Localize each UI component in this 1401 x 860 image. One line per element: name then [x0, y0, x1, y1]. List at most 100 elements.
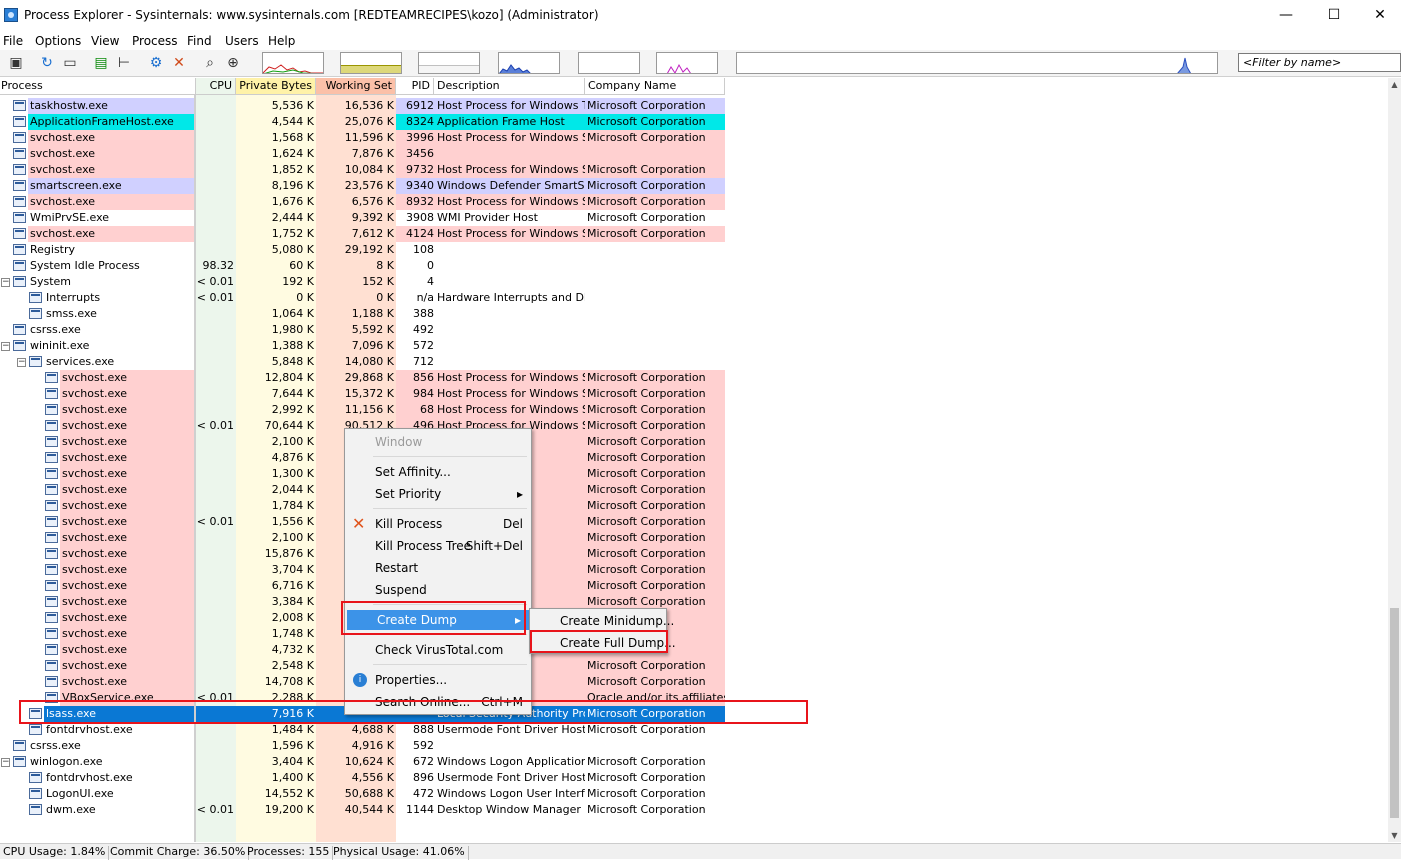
cpu-graph[interactable]	[262, 52, 324, 74]
disk-graph[interactable]	[656, 52, 718, 74]
table-row[interactable]: svchost.exe < 0.01 70,644 K 90,512 K 496 Host…	[0, 418, 1388, 434]
table-row[interactable]: svchost.exe2,044 Kndows S...Microsoft Co…	[0, 482, 1388, 498]
table-row[interactable]: svchost.exe2,548 Kndows S...Microsoft Co…	[0, 658, 1388, 674]
table-row[interactable]: svchost.exe3,704 Kndows S...Microsoft Co…	[0, 562, 1388, 578]
io-graph[interactable]	[498, 52, 560, 74]
table-row[interactable]: svchost.exe 1,568 K 11,596 K 3996 Host Proce…	[0, 130, 1388, 146]
table-row[interactable]: csrss.exe 1,596 K 4,916 K 592	[0, 738, 1388, 754]
physical-memory-graph[interactable]	[418, 52, 480, 74]
save-icon[interactable]: ▣	[6, 53, 26, 73]
menu-item-restart[interactable]: Restart	[345, 558, 531, 578]
refresh-icon[interactable]: ↻	[37, 53, 57, 73]
vertical-scrollbar[interactable]: ▲ ▼	[1388, 78, 1401, 842]
table-row[interactable]: csrss.exe 1,980 K 5,592 K 492	[0, 322, 1388, 338]
find-icon[interactable]: ⌕	[200, 53, 220, 73]
tree-collapse-icon[interactable]: −	[17, 358, 26, 367]
table-row[interactable]: svchost.exe1,748 Ktion	[0, 626, 1388, 642]
table-row[interactable]: svchost.exe1,784 Kndows S...Microsoft Co…	[0, 498, 1388, 514]
table-row[interactable]: − System < 0.01 192 K 152 K 4	[0, 274, 1388, 290]
table-row[interactable]: svchost.exe15,876 Kndows S...Microsoft C…	[0, 546, 1388, 562]
table-row[interactable]: ApplicationFrameHost.exe 4,544 K 25,076 K 8…	[0, 114, 1388, 130]
menu-item-kill-process[interactable]: ✕ Kill Process Del	[345, 514, 531, 534]
menu-item-suspend[interactable]: Suspend	[345, 580, 531, 600]
menu-item-kill-process-tree[interactable]: Kill Process Tree Shift+Del	[345, 536, 531, 556]
table-row[interactable]: smss.exe 1,064 K 1,188 K 388	[0, 306, 1388, 322]
table-row[interactable]: svchost.exe3,384 Kndows S...Microsoft Co…	[0, 594, 1388, 610]
menu-find[interactable]: Find	[187, 34, 212, 48]
pid-value: 1144	[406, 803, 434, 816]
table-row[interactable]: svchost.exe2,100 Kndows S...Microsoft Co…	[0, 434, 1388, 450]
table-row[interactable]: fontdrvhost.exe 1,484 K 4,688 K 888 Usermode…	[0, 722, 1388, 738]
commit-graph[interactable]	[340, 52, 402, 74]
table-row[interactable]: svchost.exe14,708 Kndows S...Microsoft C…	[0, 674, 1388, 690]
menu-view[interactable]: View	[91, 34, 119, 48]
table-row[interactable]: LogonUI.exe 14,552 K 50,688 K 472 Windows Lo…	[0, 786, 1388, 802]
table-row[interactable]: fontdrvhost.exe 1,400 K 4,556 K 896 Usermode…	[0, 770, 1388, 786]
tree-icon[interactable]: ⊢	[114, 53, 134, 73]
table-row[interactable]: Registry 5,080 K 29,192 K 108	[0, 242, 1388, 258]
scrollbar-thumb[interactable]	[1390, 608, 1399, 818]
working-set-value: 4,556 K	[351, 771, 394, 784]
table-row[interactable]: dwm.exe < 0.01 19,200 K 40,544 K 1144 Desktop…	[0, 802, 1388, 818]
table-row[interactable]: svchost.exe 12,804 K 29,868 K 856 Host Proce…	[0, 370, 1388, 386]
network-graph[interactable]	[578, 52, 640, 74]
menu-item-set-priority[interactable]: Set Priority ▸	[345, 484, 531, 504]
gpu-graph[interactable]	[736, 52, 1218, 74]
menu-help[interactable]: Help	[268, 34, 295, 48]
scroll-down-icon[interactable]: ▼	[1388, 829, 1401, 842]
table-row[interactable]: System Idle Process 98.32 60 K 8 K 0	[0, 258, 1388, 274]
highlight-create-full-dump	[530, 630, 668, 653]
table-row[interactable]: Interrupts < 0.01 0 K 0 K n/a Hardware Interr…	[0, 290, 1388, 306]
table-row[interactable]: svchost.exe1,300 Kndows S...Microsoft Co…	[0, 466, 1388, 482]
table-row[interactable]: svchost.exe4,732 Ktion	[0, 642, 1388, 658]
menu-process[interactable]: Process	[132, 34, 178, 48]
header-process[interactable]: Process	[0, 78, 196, 95]
table-row[interactable]: svchost.exe 1,676 K 6,576 K 8932 Host Proces…	[0, 194, 1388, 210]
table-row[interactable]: − wininit.exe 1,388 K 7,096 K 572	[0, 338, 1388, 354]
menu-item-create-minidump[interactable]: Create Minidump...	[530, 611, 674, 631]
kill-process-icon[interactable]: ✕	[169, 53, 189, 73]
table-row[interactable]: smartscreen.exe 8,196 K 23,576 K 9340 Window…	[0, 178, 1388, 194]
menu-item-set-affinity[interactable]: Set Affinity...	[345, 462, 531, 482]
scroll-up-icon[interactable]: ▲	[1388, 78, 1401, 91]
header-cpu[interactable]: CPU	[196, 78, 236, 95]
table-row[interactable]: svchost.exe 1,624 K 7,876 K 3456	[0, 146, 1388, 162]
table-row[interactable]: svchost.exe 2,992 K 11,156 K 68 Host Process…	[0, 402, 1388, 418]
system-info-icon[interactable]: ▤	[91, 53, 111, 73]
menu-item-properties[interactable]: i Properties...	[345, 670, 531, 690]
table-row[interactable]: − services.exe 5,848 K 14,080 K 712	[0, 354, 1388, 370]
process-name: svchost.exe	[62, 419, 128, 432]
tree-collapse-icon[interactable]: −	[1, 278, 10, 287]
table-row[interactable]: taskhostw.exe 5,536 K 16,536 K 6912 Host Pro…	[0, 98, 1388, 114]
table-row[interactable]: svchost.exe 1,852 K 10,084 K 9732 Host Proce…	[0, 162, 1388, 178]
table-row[interactable]: svchost.exe6,716 Kndows S...Microsoft Co…	[0, 578, 1388, 594]
filter-by-name-input[interactable]: <Filter by name>	[1238, 53, 1401, 72]
header-description[interactable]: Description	[434, 78, 585, 95]
table-row[interactable]: WmiPrvSE.exe 2,444 K 9,392 K 3908 WMI Provid…	[0, 210, 1388, 226]
minimize-button[interactable]: —	[1263, 0, 1309, 31]
menu-file[interactable]: File	[3, 34, 23, 48]
close-button[interactable]: ✕	[1357, 0, 1401, 31]
table-row[interactable]: svchost.exe< 0.011,556 Kndows S...Micros…	[0, 514, 1388, 530]
table-row[interactable]: svchost.exe 1,752 K 7,612 K 4124 Host Proces…	[0, 226, 1388, 242]
tree-collapse-icon[interactable]: −	[1, 758, 10, 767]
table-row[interactable]: svchost.exe 7,644 K 15,372 K 984 Host Proces…	[0, 386, 1388, 402]
header-private-bytes[interactable]: Private Bytes	[236, 78, 316, 95]
menu-options[interactable]: Options	[35, 34, 81, 48]
header-working-set[interactable]: Working Set	[316, 78, 396, 95]
table-row[interactable]: − winlogon.exe 3,404 K 10,624 K 672 Windows L…	[0, 754, 1388, 770]
properties-icon[interactable]: ⚙	[146, 53, 166, 73]
menu-users[interactable]: Users	[225, 34, 259, 48]
header-company-name[interactable]: Company Name	[585, 78, 725, 95]
header-pid[interactable]: PID	[396, 78, 434, 95]
table-row[interactable]: svchost.exe2,008 Ktion	[0, 610, 1388, 626]
table-row[interactable]: svchost.exe4,876 Kndows S...Microsoft Co…	[0, 450, 1388, 466]
menu-item-check-virustotal[interactable]: Check VirusTotal.com	[345, 640, 531, 660]
window-icon[interactable]: ▭	[60, 53, 80, 73]
cpu-value	[196, 546, 234, 562]
target-icon[interactable]: ⊕	[223, 53, 243, 73]
table-row[interactable]: svchost.exe2,100 Kndows S...Microsoft Co…	[0, 530, 1388, 546]
tree-collapse-icon[interactable]: −	[1, 342, 10, 351]
description-value: Windows Logon Application	[437, 755, 585, 768]
maximize-button[interactable]: ☐	[1311, 0, 1357, 31]
